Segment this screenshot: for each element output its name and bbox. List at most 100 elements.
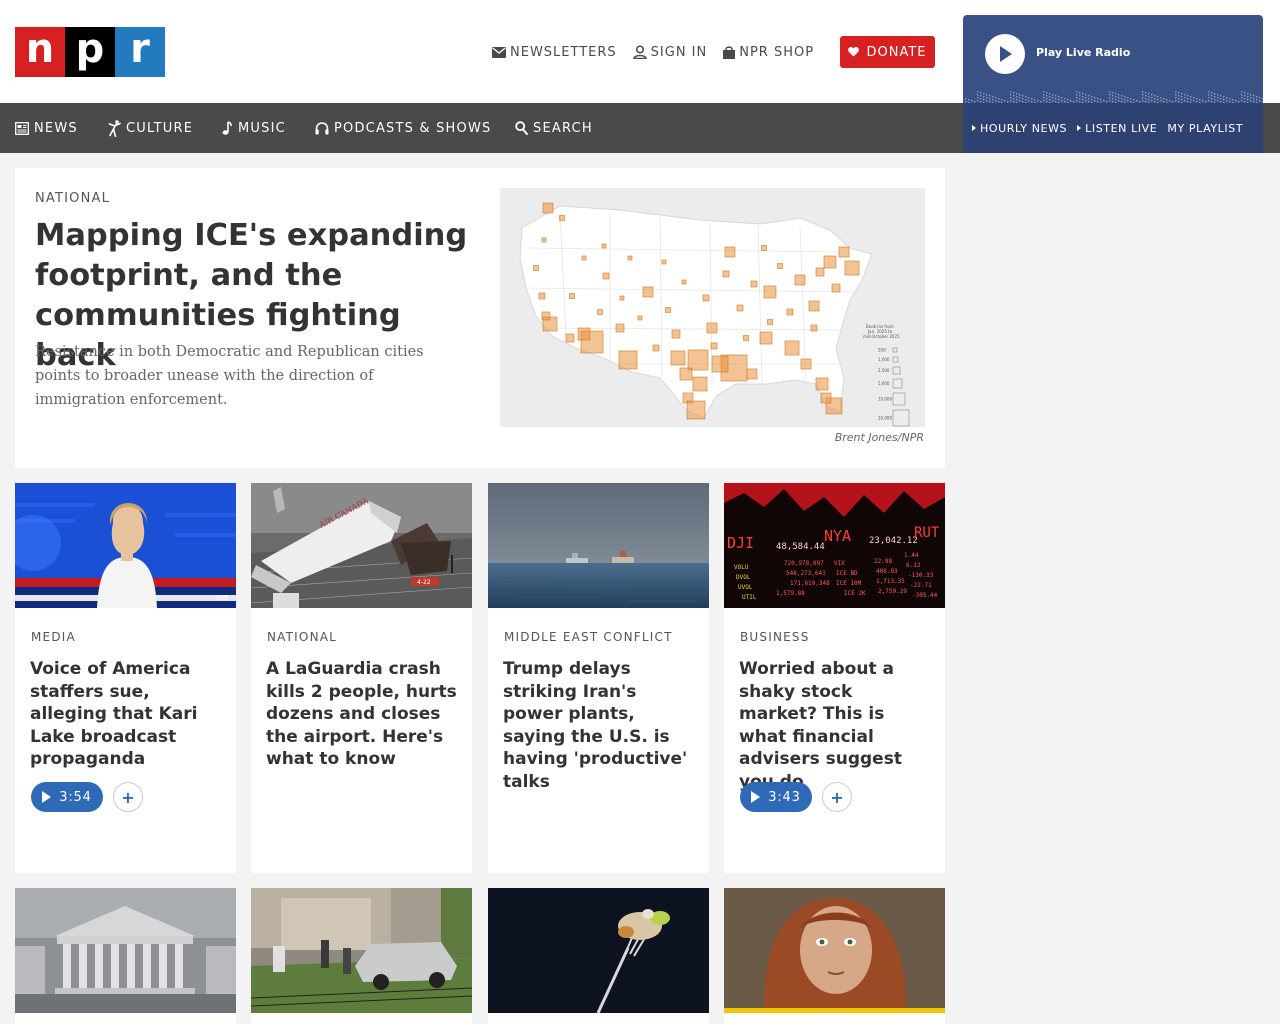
story-card (15, 888, 236, 1024)
listen-live-link[interactable]: LISTEN LIVE (1077, 122, 1157, 135)
story-image-film-still[interactable] (724, 888, 945, 1013)
svg-text:408.93: 408.93 (876, 568, 898, 575)
plus-icon: + (830, 787, 844, 807)
story-image-food-fork[interactable] (488, 888, 709, 1013)
svg-text:20,000: 20,000 (878, 416, 892, 421)
play-small-icon (1077, 125, 1082, 131)
newspaper-icon (15, 121, 29, 135)
music-note-icon (222, 121, 232, 135)
svg-text:4-22: 4-22 (417, 579, 431, 586)
hourly-news-link[interactable]: HOURLY NEWS (972, 122, 1067, 135)
sign-in-link[interactable]: SIGN IN (632, 44, 708, 60)
story-card: 365 MEDIA Voice of America staffers sue,… (15, 483, 236, 873)
svg-text:500: 500 (878, 348, 886, 353)
svg-text:23,042.12: 23,042.12 (869, 536, 918, 546)
story-image-plane-crash[interactable]: AIR CANADA 4-22 (251, 483, 472, 608)
svg-text:-22.71: -22.71 (910, 582, 932, 589)
play-live-radio-label: Play Live Radio (1036, 46, 1131, 59)
story-image-stock-board[interactable]: DJI 48,584.44 NYA 23,042.12 RUT VOLU DVOL… (724, 483, 945, 608)
nav-item-search[interactable]: SEARCH (515, 103, 593, 153)
waveform-graphic (965, 91, 1263, 103)
headphones-icon (315, 121, 329, 134)
story-kicker[interactable]: BUSINESS (740, 630, 810, 644)
my-playlist-link[interactable]: MY PLAYLIST (1167, 122, 1243, 135)
story-title[interactable]: Trump delays striking Iran's power plant… (503, 658, 698, 794)
nav-label-news: NEWS (34, 120, 78, 136)
svg-text:DJI: DJI (727, 534, 754, 552)
featured-kicker[interactable]: NATIONAL (35, 191, 110, 206)
story-card (724, 888, 945, 1024)
svg-text:ICE 2K: ICE 2K (844, 590, 866, 597)
audio-duration: 3:54 (59, 789, 92, 805)
story-title[interactable]: Voice of America staffers sue, alleging … (30, 658, 225, 771)
svg-text:VIX: VIX (834, 560, 845, 567)
logo-letter-p: p (65, 27, 115, 77)
story-image-news-anchor[interactable]: 365 (15, 483, 236, 608)
svg-text:6.12: 6.12 (906, 562, 921, 569)
story-card (251, 888, 472, 1024)
dancer-icon (108, 119, 121, 137)
story-card: AIR CANADA 4-22 NATIONAL A LaGuardia cra… (251, 483, 472, 873)
svg-text:RUT: RUT (914, 525, 940, 541)
svg-text:48,584.44: 48,584.44 (776, 542, 825, 552)
plus-icon: + (121, 787, 135, 807)
story-card (488, 888, 709, 1024)
svg-text:2,500: 2,500 (878, 368, 890, 373)
featured-image-credit: Brent Jones/NPR (834, 431, 924, 444)
svg-text:720,978,097: 720,978,097 (784, 560, 824, 567)
add-to-playlist-button[interactable]: + (822, 782, 852, 812)
story-title[interactable]: A LaGuardia crash kills 2 people, hurts … (266, 658, 461, 771)
svg-text:1,713.35: 1,713.35 (876, 578, 905, 585)
svg-text:5,000: 5,000 (878, 381, 890, 386)
listen-live-label: LISTEN LIVE (1085, 121, 1158, 135)
nav-item-culture[interactable]: CULTURE (108, 103, 193, 153)
story-image-supreme-court[interactable] (15, 888, 236, 1013)
play-icon (42, 791, 52, 803)
story-kicker[interactable]: MEDIA (31, 630, 76, 644)
play-live-radio-button[interactable] (985, 34, 1025, 74)
play-icon (1000, 46, 1012, 62)
envelope-icon (492, 46, 506, 58)
sign-in-label: SIGN IN (650, 44, 708, 60)
featured-story: NATIONAL Mapping ICE's expanding footpri… (15, 168, 945, 468)
svg-text:ICE BD: ICE BD (836, 570, 858, 577)
heart-icon (848, 47, 860, 57)
svg-text:2,759.29: 2,759.29 (878, 588, 907, 595)
play-audio-button[interactable]: 3:54 (31, 782, 103, 812)
story-title[interactable]: Worried about a shaky stock market? This… (739, 658, 934, 794)
audio-controls: 3:43 + (740, 782, 852, 812)
story-image-car-scene[interactable] (251, 888, 472, 1013)
svg-text:ICE 10M: ICE 10M (836, 580, 862, 587)
shopping-bag-icon (723, 45, 736, 59)
story-image-sea-ships[interactable] (488, 483, 709, 608)
story-kicker[interactable]: MIDDLE EAST CONFLICT (504, 630, 673, 644)
featured-map-image[interactable]: Book-ins from Jan. 2025 to mid-October 2… (500, 188, 925, 427)
svg-text:-305.44: -305.44 (912, 592, 938, 599)
hourly-news-label: HOURLY NEWS (980, 121, 1068, 135)
nav-item-music[interactable]: MUSIC (222, 103, 286, 153)
svg-text:UTIL: UTIL (742, 594, 757, 601)
svg-text:10,000: 10,000 (878, 397, 892, 402)
nav-item-podcasts[interactable]: PODCASTS & SHOWS (315, 103, 491, 153)
svg-text:VOLU: VOLU (734, 564, 749, 571)
npr-shop-link[interactable]: NPR SHOP (723, 45, 814, 60)
newsletters-link[interactable]: NEWSLETTERS (492, 45, 617, 60)
user-icon (632, 45, 647, 59)
play-audio-button[interactable]: 3:43 (740, 782, 812, 812)
nav-label-search: SEARCH (533, 120, 593, 136)
npr-logo[interactable]: n p r (15, 27, 165, 77)
story-kicker[interactable]: NATIONAL (267, 630, 337, 644)
nav-item-news[interactable]: NEWS (15, 103, 78, 153)
story-card: MIDDLE EAST CONFLICT Trump delays striki… (488, 483, 709, 873)
nav-label-music: MUSIC (238, 120, 286, 136)
svg-text:mid-October 2025: mid-October 2025 (863, 334, 900, 339)
audio-controls: 3:54 + (31, 782, 143, 812)
svg-text:DVOL: DVOL (736, 574, 751, 581)
donate-button[interactable]: DONATE (840, 36, 935, 68)
svg-text:22.98: 22.98 (874, 558, 892, 565)
logo-letter-r: r (115, 27, 165, 77)
player-links: HOURLY NEWS LISTEN LIVE MY PLAYLIST (963, 103, 1263, 153)
donate-label: DONATE (866, 44, 927, 60)
logo-letter-n: n (15, 27, 65, 77)
add-to-playlist-button[interactable]: + (113, 782, 143, 812)
